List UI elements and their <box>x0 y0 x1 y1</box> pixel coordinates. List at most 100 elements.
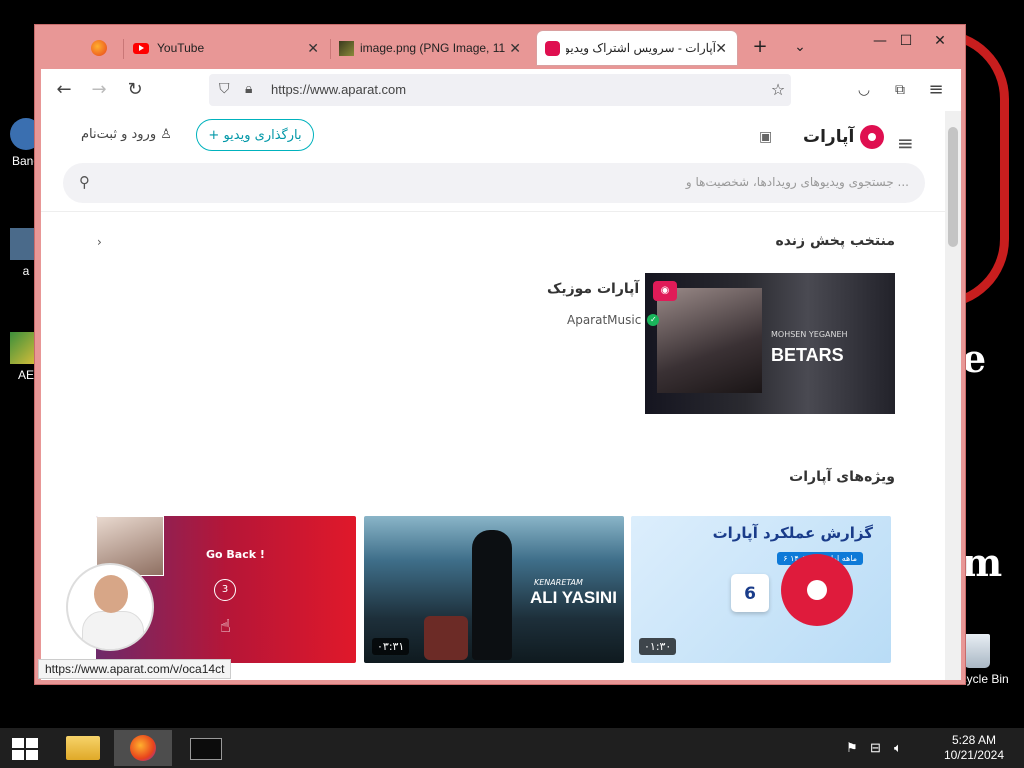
album-cover <box>657 288 762 393</box>
status-bar-url: https://www.aparat.com/v/oca14ct <box>38 659 232 679</box>
tab-separator <box>123 39 124 59</box>
aparat-icon <box>545 40 560 56</box>
tab-aparat[interactable]: آپارات - سرویس اشتراک ویدیو ✕ <box>537 31 737 65</box>
reload-icon[interactable]: ↻ <box>124 79 146 101</box>
shield-icon[interactable]: ⛉ <box>219 81 230 97</box>
nav-toolbar: ← → ↻ ⛉ 🔒︎ https://www.aparat.com ☆ ◡ ⧉ … <box>41 69 961 111</box>
terminal-icon <box>190 738 222 760</box>
live-section-title: منتخب پخش زنده <box>775 233 895 249</box>
extensions-icon[interactable]: ⧉ <box>889 79 911 101</box>
desktop-icon-label: a <box>22 264 30 278</box>
taskbar-terminal[interactable] <box>176 730 234 766</box>
upload-video-button[interactable]: + بارگذاری ویدیو <box>196 119 314 151</box>
new-tab-button[interactable]: + <box>747 37 773 57</box>
hand-cursor-icon: ☝ <box>220 616 231 637</box>
vertical-scrollbar[interactable] <box>945 111 961 680</box>
video-overlay-title: Go Back ! <box>206 548 265 561</box>
tab-title: آپارات - سرویس اشتراک ویدیو <box>566 41 716 55</box>
suitcase-image <box>424 616 468 660</box>
video-overlay-subtitle: KENARETAM <box>534 578 583 587</box>
youtube-icon <box>133 42 149 54</box>
video-camera-icon[interactable]: ▣ <box>759 129 772 145</box>
video-counter: 3 <box>214 579 236 601</box>
tab-strip: YouTube ✕ image.png (PNG Image, 11 ✕ آپا… <box>35 25 965 69</box>
maximize-button[interactable]: ☐ <box>893 31 919 51</box>
floating-avatar[interactable] <box>66 563 154 651</box>
tab-image-png[interactable]: image.png (PNG Image, 11 ✕ <box>339 31 531 65</box>
live-broadcast-icon: ◉ <box>653 281 677 301</box>
forward-arrow-icon[interactable]: → <box>88 79 110 101</box>
wallpaper-letter: m <box>962 540 1003 585</box>
minimize-button[interactable]: — <box>867 31 893 51</box>
aparat-logo[interactable]: آپارات <box>803 125 885 149</box>
lock-icon[interactable]: 🔒︎ <box>245 81 252 97</box>
tab-title: YouTube <box>157 41 205 55</box>
network-icon[interactable]: ⊟ <box>870 740 881 756</box>
recycle-bin-icon <box>964 634 990 668</box>
taskbar-file-explorer[interactable] <box>54 730 112 766</box>
logo-text: آپارات <box>803 127 855 147</box>
avatar-face <box>94 575 128 613</box>
close-tab-icon[interactable]: ✕ <box>715 40 727 57</box>
firefox-icon <box>91 40 107 56</box>
calendar-icon: 6 <box>731 574 769 612</box>
clock-time: 5:28 AM <box>951 733 996 747</box>
person-silhouette <box>472 530 512 660</box>
login-signup-link[interactable]: ورود و ثبت‌نام ♙ <box>81 127 172 142</box>
featured-section-title: ویژه‌های آپارات <box>789 469 895 485</box>
close-tab-icon[interactable]: ✕ <box>509 40 521 57</box>
aparat-logo-icon <box>860 125 885 149</box>
video-card[interactable]: KENARETAM ALI YASINI ۰۳:۳۱ <box>364 516 624 663</box>
video-duration: ۰۱:۳۰ <box>639 638 677 655</box>
hamburger-menu-icon[interactable]: ≡ <box>897 131 914 155</box>
video-overlay-title: ALI YASINI <box>530 588 617 607</box>
live-channel-handle[interactable]: AparatMusic ✓ <box>567 313 660 327</box>
url-bar[interactable]: ⛉ 🔒︎ https://www.aparat.com <box>209 74 791 106</box>
firefox-icon <box>130 735 156 761</box>
page-content: ≡ آپارات ▣ + بارگذاری ویدیو ورود و ثبت‌ن… <box>41 111 961 680</box>
thumb-title-text: BETARS <box>771 345 844 365</box>
close-window-button[interactable]: ✕ <box>927 31 953 51</box>
taskbar: ⚑ ⊟ 🔈︎ 5:28 AM 10/21/2024 <box>0 728 1024 768</box>
video-card[interactable]: گزارش عملکرد آپارات ۶ ماهه اول سال ۱۴۰۳ … <box>631 516 891 663</box>
chevron-right-icon[interactable]: › <box>97 235 102 249</box>
tab-youtube[interactable]: YouTube ✕ <box>133 31 329 65</box>
volume-icon[interactable]: 🔈︎ <box>894 740 902 756</box>
desktop-icon-label: AE <box>17 368 34 382</box>
back-arrow-icon[interactable]: ← <box>53 79 75 101</box>
site-header: ≡ آپارات ▣ + بارگذاری ویدیو ورود و ثبت‌ن… <box>41 111 945 212</box>
flag-icon[interactable]: ⚑ <box>846 740 858 756</box>
thumb-artist-text: MOHSEN YEGANEH <box>771 330 848 339</box>
image-icon <box>339 40 354 56</box>
system-tray: ⚑ ⊟ 🔈︎ 5:28 AM 10/21/2024 <box>844 728 1024 768</box>
upload-label: + بارگذاری ویدیو <box>208 127 302 143</box>
clock[interactable]: 5:28 AM 10/21/2024 <box>944 733 1004 763</box>
verified-check-icon: ✓ <box>647 314 660 326</box>
tab-firefox[interactable] <box>45 31 129 65</box>
tab-list-chevron-icon[interactable]: ⌄ <box>787 37 813 57</box>
video-duration: ۰۳:۳۱ <box>372 638 410 655</box>
search-placeholder: جستجوی ویدیوهای رویدادها، شخصیت‌ها و ... <box>685 175 909 189</box>
scrollbar-thumb[interactable] <box>948 127 958 247</box>
film-reel-icon <box>781 554 853 626</box>
taskbar-firefox[interactable] <box>114 730 172 766</box>
channel-handle-text: AparatMusic <box>567 313 642 327</box>
folder-icon <box>66 736 100 760</box>
user-icon: ♙ <box>160 127 172 142</box>
menu-hamburger-icon[interactable]: ≡ <box>925 79 947 101</box>
live-stream-thumbnail[interactable]: MOHSEN YEGANEH BETARS ◉ <box>645 273 895 414</box>
login-label: ورود و ثبت‌نام <box>81 127 157 142</box>
tab-separator <box>330 39 331 59</box>
live-channel-name[interactable]: آپارات موزیک <box>547 281 639 297</box>
bookmark-star-icon[interactable]: ☆ <box>767 79 789 101</box>
url-text[interactable]: https://www.aparat.com <box>271 82 406 97</box>
video-overlay-title: گزارش عملکرد آپارات <box>712 524 873 542</box>
avatar-shirt <box>82 611 144 649</box>
tab-title: image.png (PNG Image, 11 <box>360 41 506 55</box>
search-icon[interactable]: ⚲ <box>79 173 90 191</box>
pocket-icon[interactable]: ◡ <box>853 79 875 101</box>
windows-start-icon[interactable] <box>12 738 38 760</box>
browser-window: YouTube ✕ image.png (PNG Image, 11 ✕ آپا… <box>34 24 966 685</box>
close-tab-icon[interactable]: ✕ <box>307 40 319 57</box>
search-input[interactable]: ⚲ جستجوی ویدیوهای رویدادها، شخصیت‌ها و .… <box>63 163 925 203</box>
